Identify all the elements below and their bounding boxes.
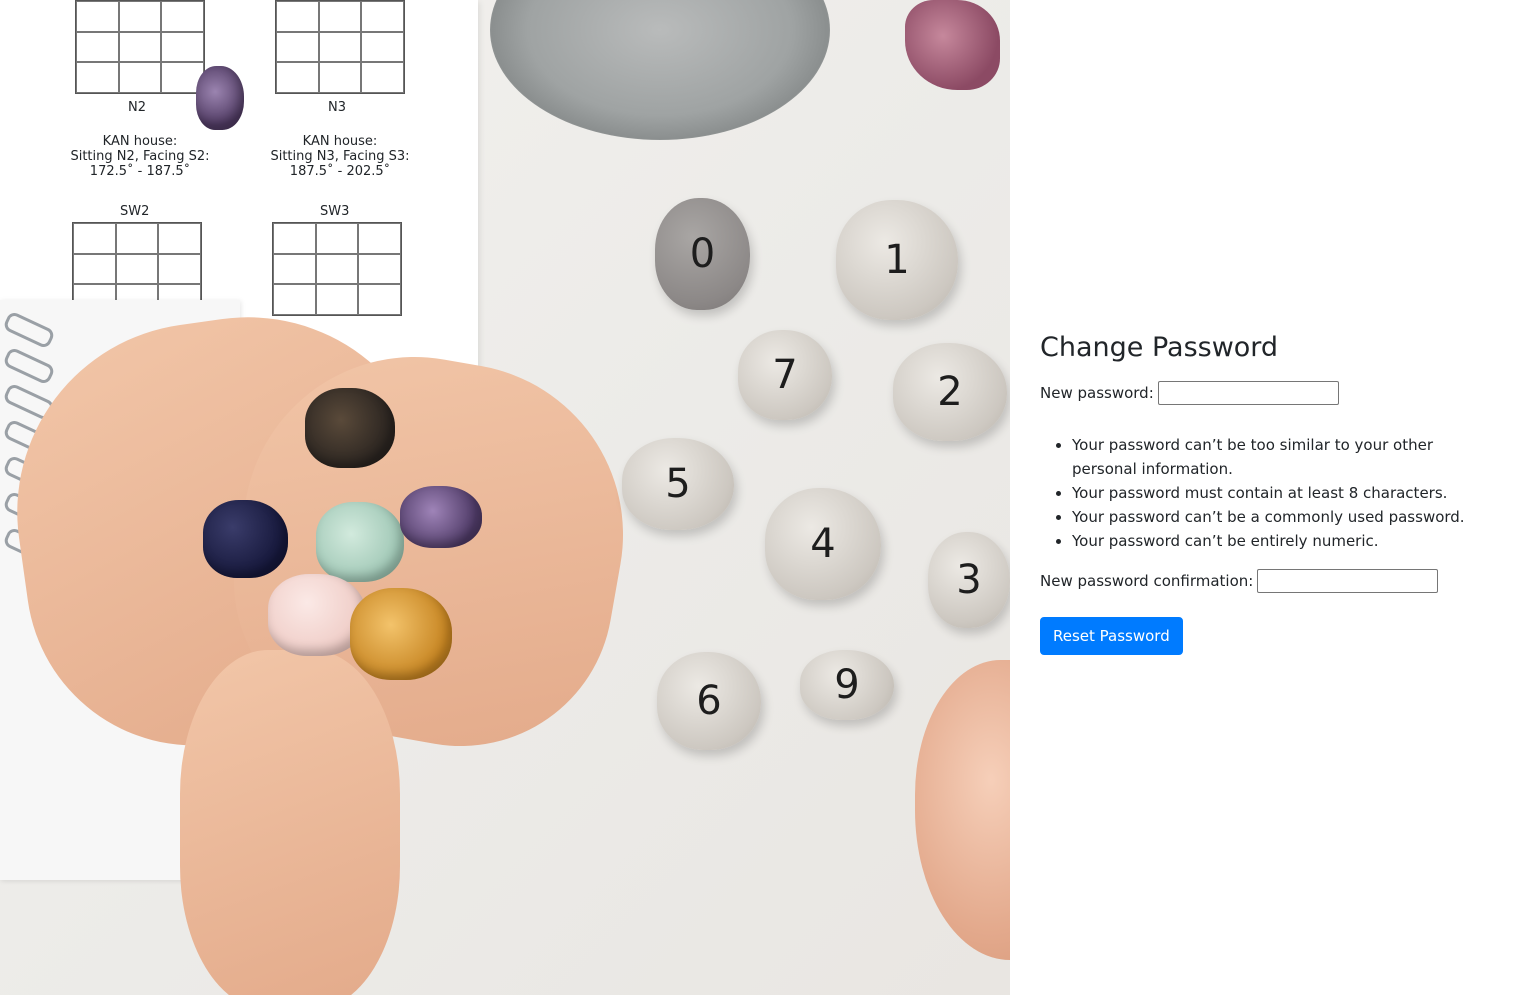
number-stone: 0 xyxy=(655,198,750,310)
confirm-password-input[interactable] xyxy=(1257,569,1439,594)
pyrite-gem xyxy=(305,388,395,468)
number-stone: 9 xyxy=(800,650,894,720)
help-item: Your password can’t be too similar to yo… xyxy=(1072,433,1500,481)
chart-caption-n3-line2: Sitting N3, Facing S3: xyxy=(270,149,410,164)
citrine-gem xyxy=(350,588,452,680)
number-stone: 1 xyxy=(836,200,958,320)
chart-caption-n3: KAN house: Sitting N3, Facing S3: 187.5˚… xyxy=(260,134,420,179)
number-stone: 2 xyxy=(893,343,1007,441)
number-stone: 5 xyxy=(622,438,734,530)
form-panel: Change Password New password: Your passw… xyxy=(1010,0,1523,995)
chart-label-sw2: SW2 xyxy=(120,204,150,219)
help-item: Your password must contain at least 8 ch… xyxy=(1072,481,1500,505)
help-item: Your password can’t be entirely numeric. xyxy=(1072,529,1500,553)
number-stone: 6 xyxy=(657,652,761,750)
goldstone-gem xyxy=(203,500,288,578)
chart-caption-n2-line1: KAN house: xyxy=(102,134,178,149)
number-stone: 4 xyxy=(765,488,881,600)
chart-caption-n3-line1: KAN house: xyxy=(302,134,378,149)
pendulum-crystal xyxy=(196,66,244,130)
page-title: Change Password xyxy=(1040,332,1279,363)
chart-grid-n2 xyxy=(75,0,205,94)
password-help-list: Your password can’t be too similar to yo… xyxy=(1040,433,1500,553)
pink-crystal xyxy=(905,0,1000,90)
spiral-ring xyxy=(2,346,56,386)
page: N2 N3 KAN house: Sitting N2, Facing S2: … xyxy=(0,0,1523,995)
new-password-row: New password: xyxy=(1040,379,1500,407)
chart-label-n3: N3 xyxy=(328,100,346,115)
confirm-password-row: New password confirmation: xyxy=(1040,567,1500,595)
spiral-ring xyxy=(2,310,56,350)
number-stone: 3 xyxy=(928,532,1010,628)
reset-password-button[interactable]: Reset Password xyxy=(1040,617,1183,656)
chart-caption-n2-line3: 172.5˚ - 187.5˚ xyxy=(89,164,191,179)
hero-image: N2 N3 KAN house: Sitting N2, Facing S2: … xyxy=(0,0,1010,995)
confirm-password-label: New password confirmation: xyxy=(1040,572,1254,591)
chart-label-n2: N2 xyxy=(128,100,146,115)
salt-lamp xyxy=(915,660,1010,960)
chart-grid-sw3 xyxy=(272,222,402,316)
help-item: Your password can’t be a commonly used p… xyxy=(1072,505,1500,529)
wrist xyxy=(180,650,400,995)
chart-caption-n2-line2: Sitting N2, Facing S2: xyxy=(70,149,210,164)
chart-label-sw3: SW3 xyxy=(320,204,350,219)
fluorite-gem xyxy=(316,502,404,582)
chart-caption-n2: KAN house: Sitting N2, Facing S2: 172.5˚… xyxy=(60,134,220,179)
new-password-label: New password: xyxy=(1040,384,1154,403)
change-password-form: Change Password New password: Your passw… xyxy=(1040,332,1500,656)
chart-caption-n3-line3: 187.5˚ - 202.5˚ xyxy=(289,164,391,179)
amethyst-gem xyxy=(400,486,482,548)
pewter-plate xyxy=(490,0,830,140)
number-stone: 7 xyxy=(738,330,832,420)
chart-grid-n3 xyxy=(275,0,405,94)
new-password-input[interactable] xyxy=(1157,381,1339,406)
